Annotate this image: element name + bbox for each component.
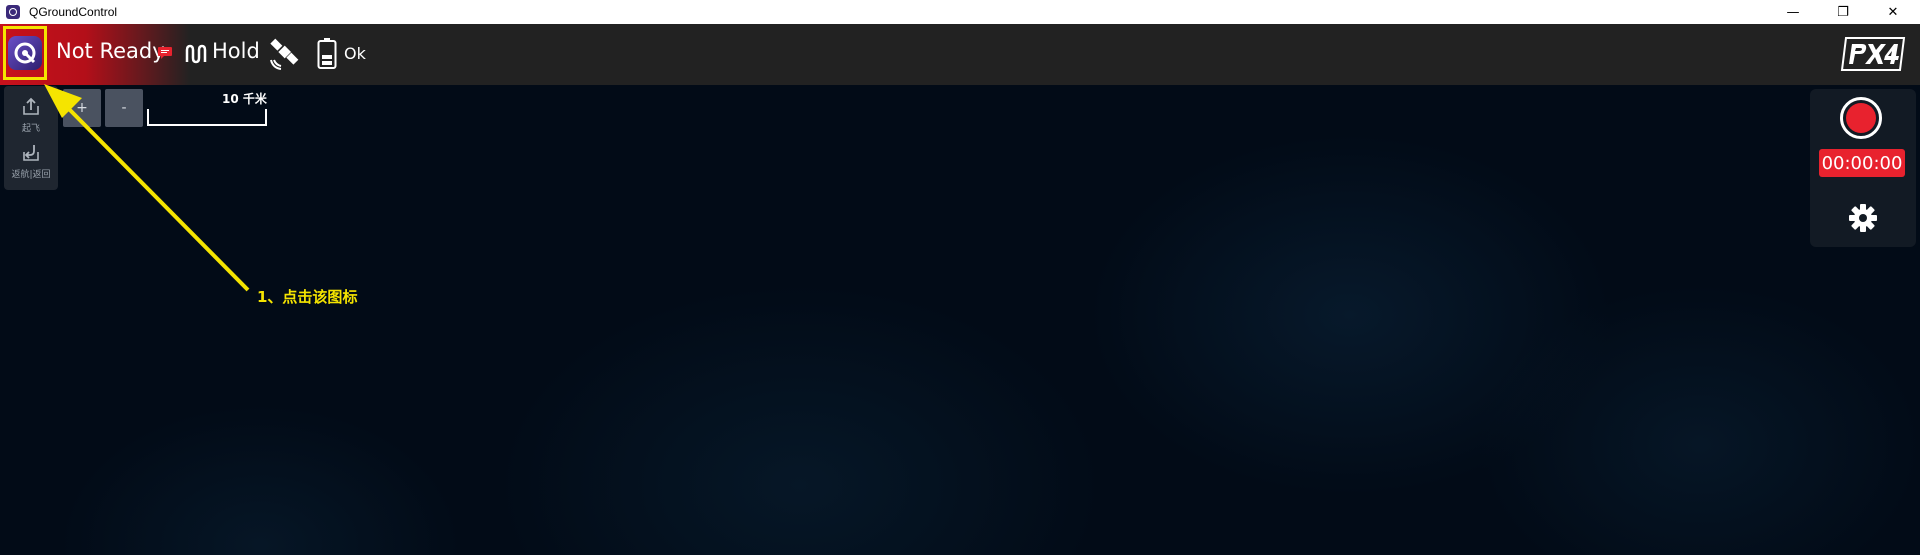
qgc-menu-button[interactable] [3,26,47,80]
annotation-text: 1、点击该图标 [257,288,358,306]
gear-icon[interactable] [1848,203,1878,233]
zoom-in-button[interactable]: + [63,89,101,127]
takeoff-label: 起飞 [21,124,40,134]
px4-logo [1840,37,1906,71]
map-view[interactable] [0,85,1920,555]
camera-panel: 00:00:00 [1810,89,1916,247]
close-button[interactable]: ✕ [1870,0,1916,24]
qgc-logo-icon [8,36,42,70]
main-toolbar: Not Ready Hold Ok [0,24,1920,85]
record-button[interactable] [1840,97,1882,139]
window-title: QGroundControl [29,5,118,19]
vehicle-status[interactable]: Not Ready [56,39,165,63]
takeoff-tool[interactable]: 起飞 [4,96,58,134]
restore-button[interactable]: ❐ [1820,0,1866,24]
flight-mode[interactable]: Hold [212,39,260,63]
zoom-out-button[interactable]: - [105,89,143,127]
battery-status[interactable]: Ok [344,44,366,63]
return-label: 返航|返回 [11,170,51,180]
message-icon[interactable] [158,47,172,59]
flight-mode-icon[interactable] [185,44,207,64]
record-icon [1846,103,1876,133]
map-scale-label: 10 千米 [222,92,267,106]
record-timer: 00:00:00 [1819,149,1905,177]
gps-icon[interactable] [268,38,300,70]
takeoff-icon [23,97,39,115]
return-tool[interactable]: 返航|返回 [4,142,58,180]
map-scale-bar [147,109,267,126]
minimize-button[interactable]: — [1770,0,1816,24]
fly-toolstrip: 起飞 返航|返回 [4,86,58,190]
return-icon [23,145,39,161]
battery-icon[interactable] [317,38,337,70]
window-title-bar: QGroundControl — ❐ ✕ [0,0,1920,24]
app-icon [6,5,20,19]
